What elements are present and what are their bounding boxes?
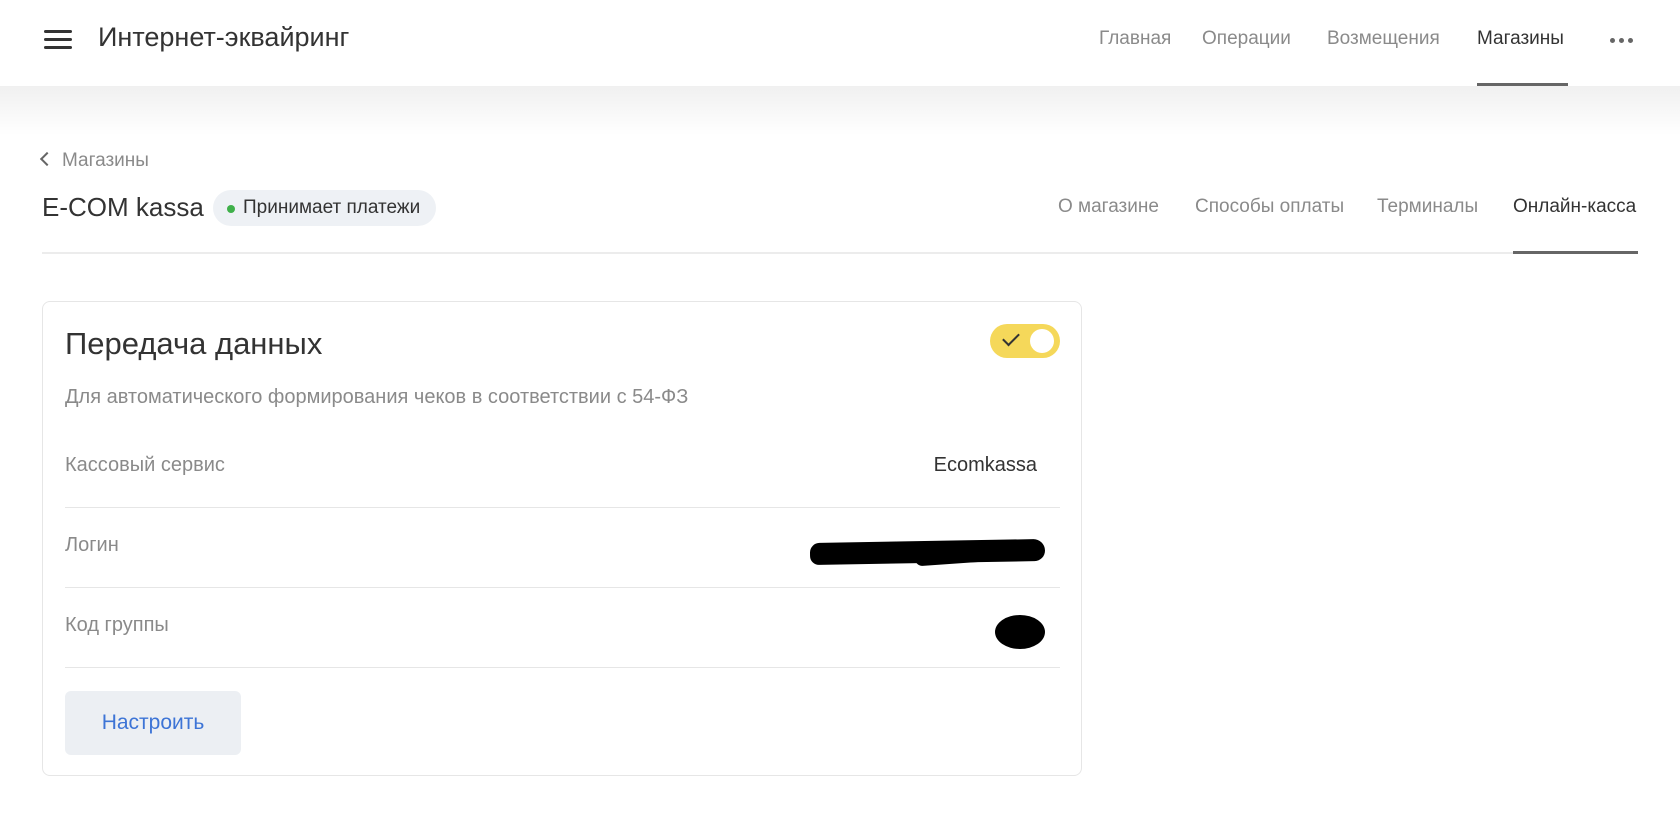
row-value: Ecomkassa [933, 454, 1037, 476]
row-label: Кассовый сервис [65, 454, 225, 476]
card-title: Передача данных [65, 326, 323, 361]
app-title: Интернет-эквайринг [98, 22, 350, 52]
status-dot-icon [227, 205, 235, 213]
data-transfer-toggle[interactable] [990, 324, 1060, 358]
row-label: Логин [65, 534, 119, 556]
data-transfer-card: Передача данных Для автоматического форм… [42, 301, 1082, 776]
chevron-left-icon [39, 151, 55, 167]
top-header: Интернет-эквайринг Главная Операции Возм… [0, 0, 1680, 86]
topnav-refunds[interactable]: Возмещения [1327, 28, 1440, 50]
row-divider [65, 667, 1060, 668]
hamburger-icon[interactable] [44, 28, 72, 52]
back-link-label: Магазины [62, 150, 149, 171]
row-label: Код группы [65, 614, 169, 636]
topnav-main[interactable]: Главная [1099, 28, 1171, 50]
tab-payment-methods[interactable]: Способы оплаты [1195, 196, 1344, 218]
toggle-knob [1030, 329, 1054, 353]
subnav-active-underline [1513, 251, 1638, 254]
row-cash-service: Кассовый сервис Ecomkassa [65, 428, 1060, 508]
setup-button[interactable]: Настроить [65, 691, 241, 755]
tab-online-kassa[interactable]: Онлайн-касса [1513, 196, 1636, 218]
shop-title: E-COM kassa [42, 192, 204, 222]
row-login: Логин [65, 508, 1060, 588]
status-badge-label: Принимает платежи [243, 197, 421, 218]
card-description: Для автоматического формирования чеков в… [65, 386, 689, 408]
redacted-value [995, 615, 1045, 649]
tab-terminals[interactable]: Терминалы [1377, 196, 1478, 218]
row-group-code: Код группы [65, 588, 1060, 668]
back-to-shops-link[interactable]: Магазины [39, 150, 149, 172]
subnav-divider [42, 252, 1638, 254]
topnav-shops[interactable]: Магазины [1477, 28, 1564, 50]
status-badge: Принимает платежи [213, 190, 437, 226]
topnav-operations[interactable]: Операции [1202, 28, 1291, 50]
more-horizontal-icon[interactable] [1610, 38, 1634, 44]
checkmark-icon [1002, 328, 1020, 347]
tab-about-shop[interactable]: О магазине [1058, 196, 1159, 218]
header-shadow [0, 86, 1680, 136]
